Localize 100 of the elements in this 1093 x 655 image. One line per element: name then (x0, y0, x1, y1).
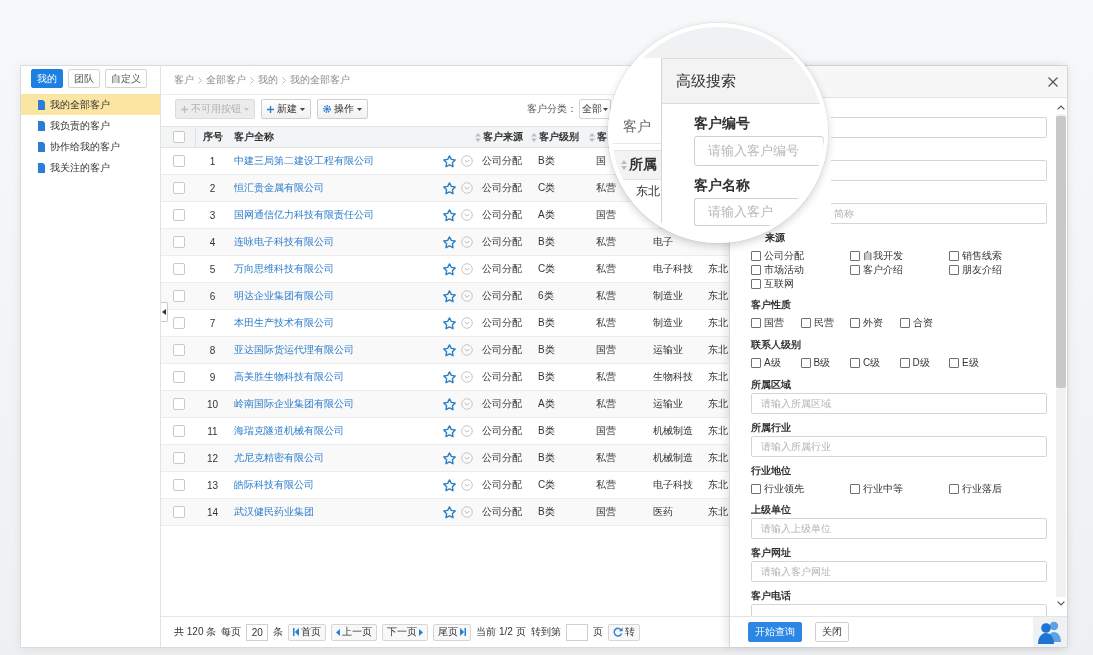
customer-name-link[interactable]: 万向思维科技有限公司 (234, 262, 334, 276)
footer-button[interactable]: 关闭 (815, 622, 849, 642)
text-field[interactable] (831, 160, 1047, 181)
text-field[interactable] (831, 117, 1047, 138)
customer-name-link[interactable]: 岭南国际企业集团有限公司 (234, 397, 354, 411)
checkbox[interactable] (751, 265, 761, 275)
page-number-field[interactable] (565, 623, 588, 641)
column-header[interactable]: 客户来源 (475, 130, 523, 144)
breadcrumb-item[interactable]: 我的 (258, 73, 278, 87)
column-header[interactable]: 客 (589, 130, 607, 144)
checkbox[interactable] (751, 318, 761, 328)
customer-name-link[interactable]: 连咏电子科技有限公司 (234, 235, 334, 249)
row-checkbox[interactable] (173, 398, 185, 410)
star-icon[interactable] (443, 505, 456, 519)
sidebar-tab[interactable]: 团队 (68, 69, 100, 88)
checkbox-option[interactable]: 行业落后 (949, 482, 1048, 496)
select-all-checkbox[interactable] (173, 131, 185, 143)
text-field[interactable]: 请输入所属区域 (751, 393, 1047, 414)
row-checkbox[interactable] (173, 236, 185, 248)
star-icon[interactable] (443, 478, 456, 492)
checkbox-option[interactable]: C级 (850, 356, 900, 370)
checkbox[interactable] (949, 265, 959, 275)
customer-name-link[interactable]: 恒汇贵金属有限公司 (234, 181, 324, 195)
breadcrumb-item[interactable]: 我的全部客户 (290, 73, 350, 87)
checkbox[interactable] (751, 484, 761, 494)
checkbox-option[interactable]: 合资 (899, 316, 949, 330)
scrollbar-thumb[interactable] (1056, 116, 1066, 388)
checkbox-option[interactable]: 销售线索 (949, 249, 1048, 263)
checkbox[interactable] (800, 318, 811, 328)
people-icon[interactable] (1033, 617, 1067, 647)
customer-name-link[interactable]: 亚达国际货运代理有限公司 (234, 343, 354, 357)
checkbox[interactable] (751, 358, 761, 368)
customer-name-link[interactable]: 高美胜生物科技有限公司 (234, 370, 344, 384)
row-checkbox[interactable] (173, 506, 185, 518)
star-icon[interactable] (443, 397, 456, 411)
checkbox-option[interactable]: B级 (800, 356, 850, 370)
next-page-button[interactable]: 下一页 (382, 623, 429, 641)
checkbox[interactable] (949, 358, 959, 368)
go-button[interactable]: 转 (607, 623, 640, 641)
checkbox-option[interactable]: D级 (899, 356, 949, 370)
star-icon[interactable] (443, 289, 456, 303)
checkbox-option[interactable]: 客户介绍 (850, 263, 949, 277)
checkbox[interactable] (751, 251, 761, 261)
column-header[interactable]: 客户级别 (531, 130, 579, 144)
checkbox-option[interactable]: 自我开发 (850, 249, 949, 263)
star-icon[interactable] (443, 154, 456, 168)
row-checkbox[interactable] (173, 317, 185, 329)
customer-name-link[interactable]: 尤尼克精密有限公司 (234, 451, 324, 465)
checkbox-option[interactable]: 国营 (751, 316, 801, 330)
row-checkbox[interactable] (173, 263, 185, 275)
star-icon[interactable] (443, 181, 456, 195)
checkbox-option[interactable]: 行业领先 (751, 482, 850, 496)
checkbox-option[interactable]: 互联网 (751, 277, 850, 291)
last-page-button[interactable]: 尾页 (433, 623, 472, 641)
checkbox[interactable] (850, 265, 860, 275)
text-field[interactable]: 简称 (831, 203, 1047, 224)
checkbox[interactable] (899, 318, 910, 328)
customer-name-link[interactable]: 武汉健民药业集团 (234, 505, 314, 519)
footer-button[interactable]: 开始查询 (748, 622, 802, 642)
close-icon[interactable] (1048, 76, 1058, 87)
customer-name-link[interactable]: 海瑞克隧道机械有限公司 (234, 424, 344, 438)
row-checkbox[interactable] (173, 452, 185, 464)
star-icon[interactable] (443, 370, 456, 384)
checkbox[interactable] (949, 484, 959, 494)
toolbar-button[interactable]: 新建 (261, 99, 311, 119)
toolbar-button[interactable]: 操作 (317, 99, 368, 119)
star-icon[interactable] (443, 208, 456, 222)
checkbox[interactable] (850, 318, 860, 328)
customer-name-link[interactable]: 中建三局第二建设工程有限公司 (234, 154, 374, 168)
checkbox-option[interactable]: 朋友介绍 (949, 263, 1048, 277)
page-size-field[interactable]: 20 (246, 623, 269, 641)
collapse-button[interactable] (161, 302, 168, 322)
row-checkbox[interactable] (173, 182, 185, 194)
customer-name-link[interactable]: 皓际科技有限公司 (234, 478, 314, 492)
previous-page-button[interactable]: 上一页 (331, 623, 378, 641)
breadcrumb-item[interactable]: 全部客户 (206, 73, 246, 87)
customer-name-link[interactable]: 明达企业集团有限公司 (234, 289, 334, 303)
sidebar-item[interactable]: 我负责的客户 (21, 115, 160, 136)
checkbox[interactable] (850, 484, 860, 494)
row-checkbox[interactable] (173, 344, 185, 356)
row-checkbox[interactable] (173, 479, 185, 491)
checkbox[interactable] (850, 358, 860, 368)
checkbox-option[interactable]: 公司分配 (751, 249, 850, 263)
first-page-button[interactable]: 首页 (288, 623, 327, 641)
star-icon[interactable] (443, 316, 456, 330)
row-checkbox[interactable] (173, 371, 185, 383)
row-checkbox[interactable] (173, 290, 185, 302)
checkbox-option[interactable]: E级 (949, 356, 999, 370)
sidebar-item[interactable]: 我关注的客户 (21, 157, 160, 178)
row-checkbox[interactable] (173, 155, 185, 167)
sidebar-item[interactable]: 我的全部客户 (21, 94, 160, 115)
breadcrumb-item[interactable]: 客户 (174, 73, 194, 87)
checkbox-option[interactable]: 外资 (850, 316, 900, 330)
customer-name-link[interactable]: 国网通信亿力科技有限责任公司 (234, 208, 374, 222)
text-field[interactable]: 请输入所属行业 (751, 436, 1047, 457)
row-checkbox[interactable] (173, 209, 185, 221)
star-icon[interactable] (443, 451, 456, 465)
checkbox-option[interactable]: 行业中等 (850, 482, 949, 496)
checkbox-option[interactable]: 市场活动 (751, 263, 850, 277)
checkbox[interactable] (751, 279, 761, 289)
